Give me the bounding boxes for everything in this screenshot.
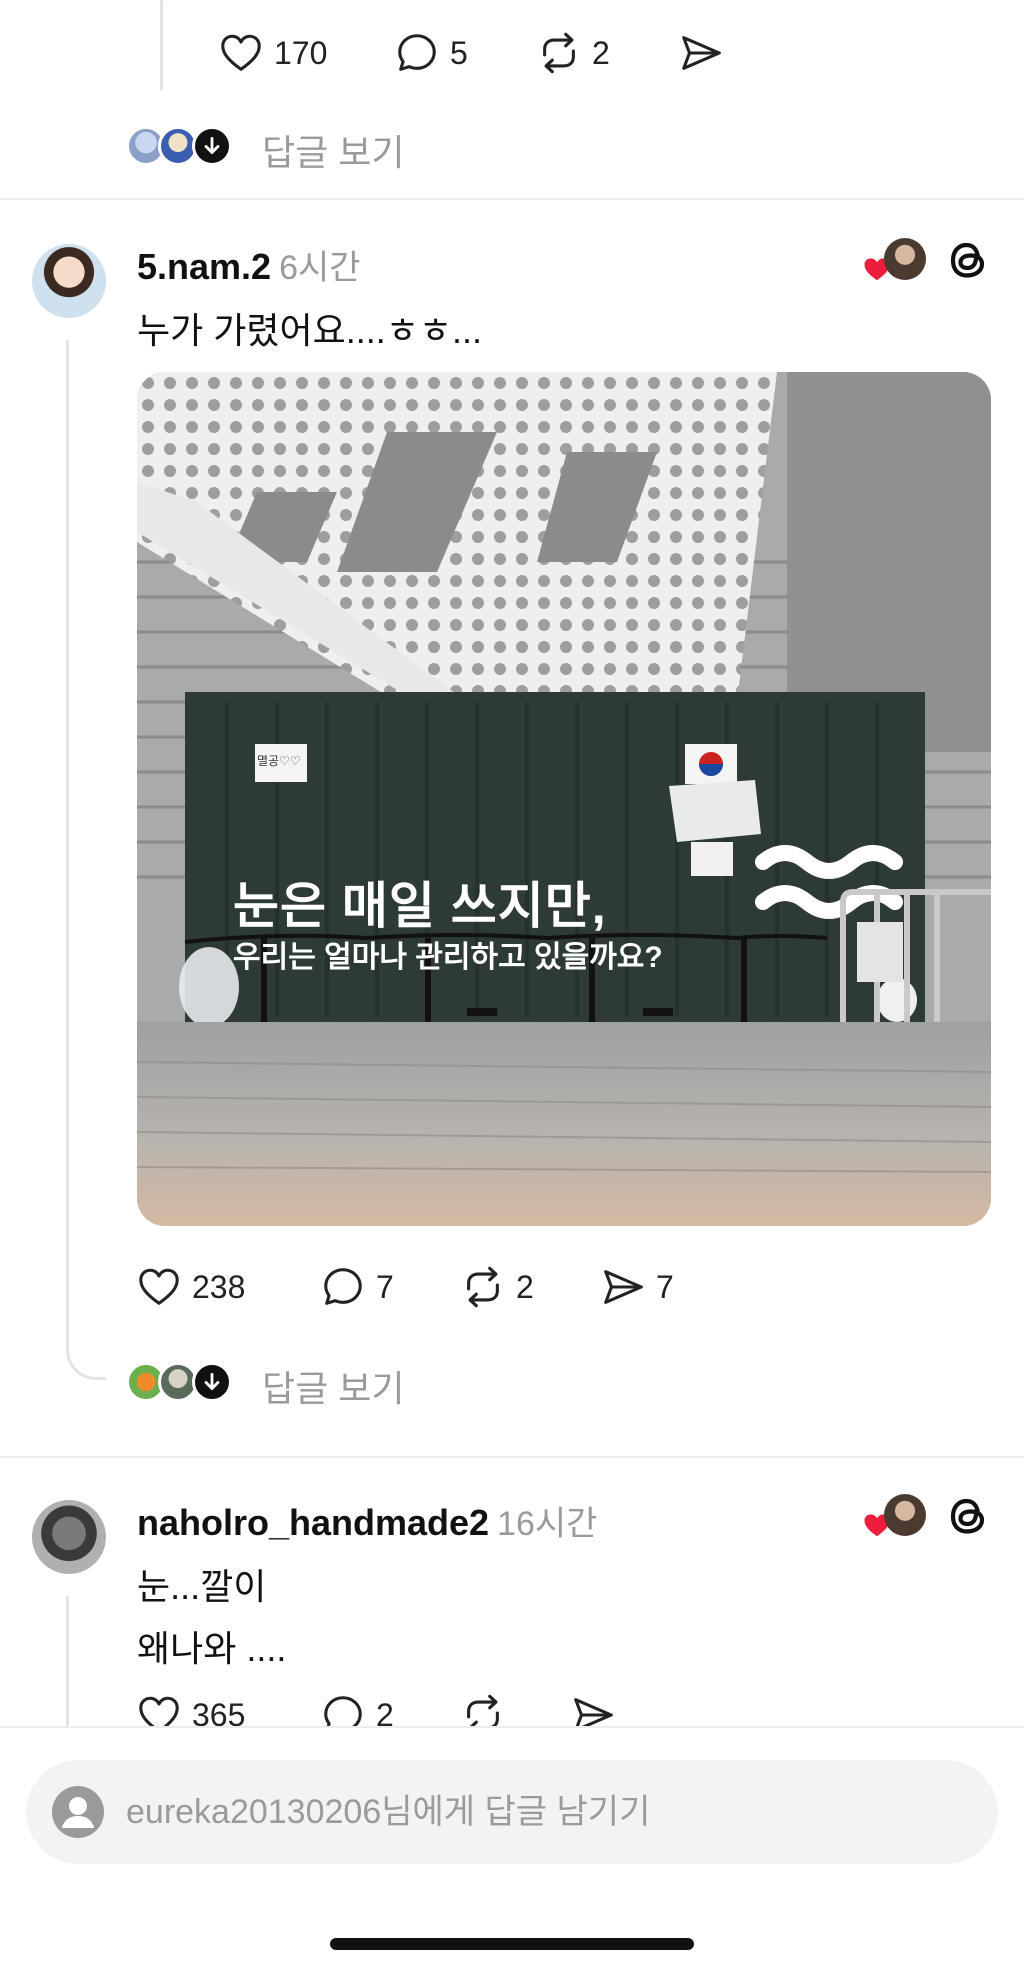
- repost-button[interactable]: 2: [536, 30, 610, 76]
- username[interactable]: naholro_handmade2 16시간: [137, 1496, 597, 1545]
- avatar[interactable]: [32, 244, 106, 318]
- comment-bubble-icon: [324, 1268, 362, 1305]
- repost-icon: [543, 32, 575, 74]
- like-count: 170: [274, 34, 328, 71]
- more-replies-icon: [192, 126, 232, 166]
- avatar[interactable]: [32, 1500, 106, 1574]
- post-text: 누가 가렸어요....ㅎㅎ...: [137, 310, 482, 351]
- reply-input[interactable]: [126, 1792, 986, 1832]
- comment-button[interactable]: 7: [320, 1264, 394, 1310]
- send-icon: [604, 1270, 643, 1304]
- liker-avatar: [884, 1494, 926, 1536]
- sign-line-1: 눈은 매일 쓰지만,: [233, 878, 607, 934]
- post-image-scene: [137, 372, 991, 1226]
- post-text-line-1: 눈...깔이: [137, 1566, 267, 1607]
- thread-line: [66, 340, 69, 1352]
- divider: [0, 1456, 1024, 1458]
- more-replies-icon: [192, 1362, 232, 1402]
- repost-count: 2: [516, 1268, 534, 1305]
- repost-count: 2: [592, 34, 610, 71]
- reply-composer-bar: [0, 1726, 1024, 1970]
- like-count: 238: [192, 1268, 246, 1305]
- post-time: 6시간: [279, 249, 361, 287]
- view-replies-link[interactable]: 답글 보기: [262, 124, 404, 176]
- sign-paper-note: 멸공♡♡: [257, 754, 301, 768]
- repost-icon: [467, 1266, 499, 1308]
- like-button[interactable]: 170: [218, 30, 327, 76]
- comment-count: 7: [376, 1268, 394, 1305]
- thread-line: [160, 0, 163, 90]
- post-text-line-2: 왜나와 ....: [137, 1628, 287, 1669]
- thread-line-curve: [66, 1330, 106, 1380]
- reply-input-container[interactable]: [26, 1760, 998, 1864]
- like-button[interactable]: 238: [136, 1264, 245, 1310]
- username[interactable]: 5.nam.2 6시간: [137, 240, 361, 289]
- sign-line-2: 우리는 얼마나 관리하고 있을까요?: [233, 941, 663, 974]
- share-button[interactable]: 7: [600, 1264, 674, 1310]
- heart-icon: [139, 1268, 179, 1305]
- divider: [0, 198, 1024, 200]
- heart-icon: [221, 34, 261, 71]
- repost-button[interactable]: 2: [460, 1264, 534, 1310]
- threads-logo-icon[interactable]: [944, 236, 992, 284]
- view-replies-link[interactable]: 답글 보기: [262, 1360, 404, 1412]
- comment-bubble-icon: [398, 34, 436, 71]
- thread-line: [66, 1596, 69, 1726]
- liker-avatar: [884, 238, 926, 280]
- share-count: 7: [656, 1268, 674, 1305]
- share-button[interactable]: [678, 30, 724, 76]
- user-avatar-icon: [52, 1786, 104, 1838]
- send-icon: [682, 36, 721, 70]
- liked-by-badge: [862, 1494, 938, 1542]
- threads-logo-icon[interactable]: [944, 1492, 992, 1540]
- comment-count: 5: [450, 34, 468, 71]
- post-image[interactable]: 멸공♡♡ 눈은 매일 쓰지만, 우리는 얼마나 관리하고 있을까요?: [137, 372, 991, 1226]
- home-indicator: [330, 1938, 694, 1950]
- post-time: 16시간: [497, 1505, 598, 1543]
- liked-by-badge: [862, 238, 938, 286]
- comment-button[interactable]: 5: [394, 30, 468, 76]
